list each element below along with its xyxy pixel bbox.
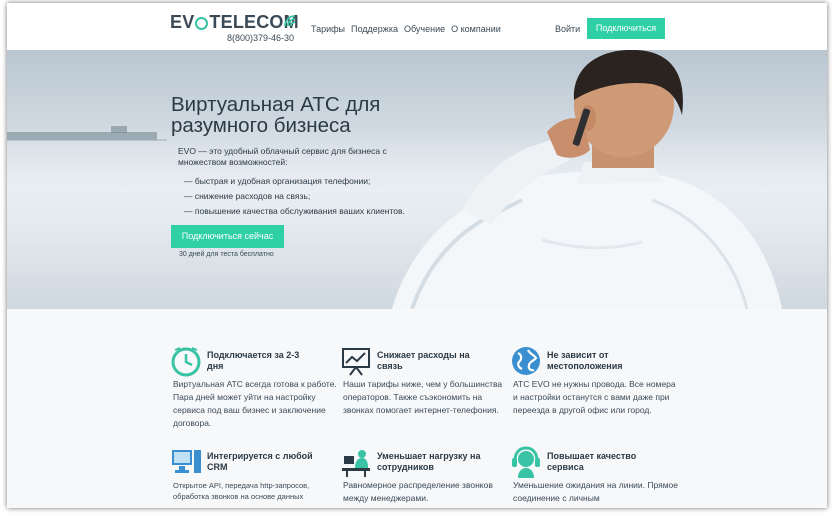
hero-title: Виртуальная АТС для разумного бизнеса — [171, 93, 381, 137]
headset-icon — [512, 446, 540, 478]
feature-title: Снижает расходы на связь — [377, 350, 470, 371]
browser-window: EV TELECOM 8(800)379-46-30 Тарифы Поддерж… — [7, 3, 827, 508]
signal-icon — [284, 15, 296, 27]
hero-bullets: — быстрая и удобная организация телефони… — [184, 174, 405, 219]
connect-button[interactable]: Подключиться — [587, 18, 665, 39]
feature-text: Открытое API, передача http-запросов, об… — [173, 481, 310, 501]
nav-training[interactable]: Обучение — [404, 24, 445, 34]
feature-text: Равномерное распределение звонков между … — [343, 480, 493, 503]
clock-icon — [171, 347, 201, 377]
connect-now-button[interactable]: Подключиться сейчас — [171, 225, 284, 248]
presentation-chart-icon — [342, 348, 370, 376]
login-link[interactable]: Войти — [555, 24, 580, 34]
hero-bullet: — быстрая и удобная организация телефони… — [184, 176, 371, 186]
computer-icon — [172, 450, 201, 473]
businessman-photo — [392, 50, 782, 309]
logo-text-left: EV — [170, 12, 195, 32]
globe-icon — [512, 347, 540, 375]
hero-description: EVO — это удобный облачный сервис для би… — [178, 146, 387, 167]
feature-title: Уменьшает нагрузку на сотрудников — [377, 451, 481, 472]
hero-bullet: — снижение расходов на связь; — [184, 191, 311, 201]
feature-title: Интегрируется с любой CRM — [207, 451, 313, 472]
hero-banner: Виртуальная АТС для разумного бизнеса EV… — [7, 50, 827, 309]
ship-silhouette — [7, 126, 167, 141]
feature-text: Виртуальная АТС всегда готова к работе. … — [173, 379, 337, 428]
logo-o-icon — [195, 17, 209, 30]
site-header: EV TELECOM 8(800)379-46-30 Тарифы Поддерж… — [7, 3, 827, 51]
feature-text: Наши тарифы ниже, чем у большинства опер… — [343, 379, 503, 415]
feature-text: АТС EVO не нужны провода. Все номера и н… — [513, 379, 676, 415]
logo[interactable]: EV TELECOM — [170, 12, 299, 33]
header-phone[interactable]: 8(800)379-46-30 — [227, 33, 294, 43]
feature-title: Подключается за 2-3 дня — [207, 350, 300, 371]
operator-desk-icon — [342, 450, 370, 477]
nav-about[interactable]: О компании — [451, 24, 501, 34]
features-section: Подключается за 2-3 дня Виртуальная АТС … — [7, 309, 827, 508]
nav-support[interactable]: Поддержка — [351, 24, 398, 34]
main-nav: Тарифы Поддержка Обучение О компании — [311, 24, 501, 34]
nav-tariffs[interactable]: Тарифы — [311, 24, 345, 34]
feature-title: Не зависит от местоположения — [547, 350, 623, 371]
trial-note: 30 дней для теста бесплатно — [179, 251, 274, 258]
feature-title: Повышает качество сервиса — [547, 451, 637, 472]
hero-bullet: — повышение качества обслуживания ваших … — [184, 206, 405, 216]
feature-text: Уменьшение ожидания на линии. Прямое сое… — [513, 480, 678, 503]
